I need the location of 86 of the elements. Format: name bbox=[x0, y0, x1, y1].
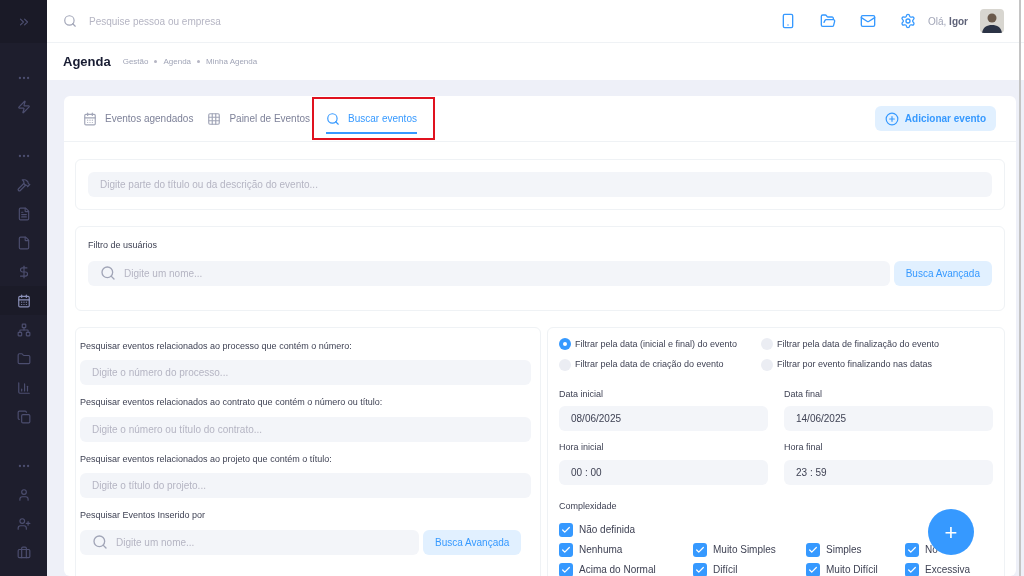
radio-label: Filtrar pela data (inicial e final) do evento bbox=[575, 337, 738, 351]
hammer-icon bbox=[16, 177, 31, 192]
checkbox[interactable] bbox=[559, 562, 573, 576]
check-icon bbox=[808, 564, 818, 575]
user-icon bbox=[16, 487, 31, 502]
search-icon bbox=[63, 14, 77, 28]
briefcase-icon bbox=[16, 545, 31, 560]
field-label: Pesquisar Eventos Inserido por bbox=[80, 509, 207, 522]
checkbox[interactable] bbox=[806, 542, 820, 557]
input-field[interactable]: 08/06/2025 bbox=[559, 406, 768, 431]
field-label: Pesquisar eventos relacionados ao projeto que contém o título: bbox=[80, 452, 333, 466]
field-label: Hora final bbox=[784, 441, 824, 454]
check-icon bbox=[695, 564, 705, 575]
advanced-search-button[interactable]: Busca Avançada bbox=[893, 260, 992, 286]
sidebar-item[interactable] bbox=[0, 286, 47, 315]
breadcrumb-link[interactable]: Gestão bbox=[122, 55, 149, 68]
avatar[interactable] bbox=[980, 9, 1004, 33]
field-label: Data inicial bbox=[559, 387, 605, 401]
bullet-icon bbox=[154, 60, 158, 63]
checkbox[interactable] bbox=[806, 562, 820, 576]
tab[interactable]: Painel de Eventos bbox=[207, 103, 311, 134]
calendar-icon bbox=[16, 293, 31, 308]
check-icon bbox=[561, 524, 571, 535]
check-icon bbox=[561, 544, 571, 555]
check-icon bbox=[695, 544, 705, 555]
checkbox-label: Difícil bbox=[713, 563, 738, 576]
search-field[interactable]: Pesquise pessoa ou empresa bbox=[89, 13, 768, 29]
input-field[interactable]: 23 : 59 bbox=[784, 459, 993, 485]
checkbox[interactable] bbox=[905, 562, 919, 576]
checkbox-label: Simples bbox=[826, 543, 862, 557]
bullet-icon bbox=[197, 60, 201, 63]
check-icon bbox=[808, 544, 818, 555]
file-icon bbox=[16, 235, 31, 250]
search-field[interactable]: Digite um nome... bbox=[80, 529, 419, 555]
tab[interactable]: Eventos agendados bbox=[83, 103, 194, 134]
checkbox-label: Muito Simples bbox=[713, 543, 776, 557]
field-label: Pesquisar eventos relacionados ao contrato que contém o número ou título: bbox=[80, 396, 384, 409]
grid-icon bbox=[207, 111, 222, 126]
check-icon bbox=[907, 564, 917, 575]
page-title: Agenda bbox=[63, 52, 111, 71]
search-icon bbox=[100, 265, 116, 281]
folder-icon[interactable] bbox=[820, 13, 836, 29]
search-icon bbox=[326, 111, 341, 126]
mail-icon[interactable] bbox=[860, 13, 876, 29]
radio-label: Filtrar pela data de criação do evento bbox=[575, 358, 724, 371]
checkbox[interactable] bbox=[905, 542, 919, 557]
input-field[interactable]: 14/06/2025 bbox=[784, 406, 993, 431]
checkbox-label: Excessiva bbox=[925, 563, 970, 576]
breadcrumb-link[interactable]: Agenda bbox=[163, 55, 192, 68]
phone-icon[interactable] bbox=[780, 11, 796, 31]
checkbox[interactable] bbox=[559, 542, 573, 557]
checkbox[interactable] bbox=[693, 562, 707, 576]
radio-label: Filtrar pela data de finalização do evento bbox=[777, 337, 940, 351]
check-icon bbox=[907, 544, 917, 555]
settings-icon[interactable] bbox=[900, 13, 916, 29]
calendar-icon bbox=[83, 111, 97, 126]
checkbox-label: Muito Difícil bbox=[826, 563, 878, 576]
bolt-icon bbox=[16, 99, 31, 114]
field-label: Filtro de usuários bbox=[88, 239, 159, 252]
greeting: Olá, Igor bbox=[928, 14, 968, 29]
tab[interactable]: Buscar eventos bbox=[326, 103, 417, 134]
field-label: Hora inicial bbox=[559, 441, 605, 454]
checkbox[interactable] bbox=[559, 522, 573, 537]
breadcrumb-link[interactable]: Minha Agenda bbox=[206, 55, 258, 68]
radio-button[interactable] bbox=[559, 338, 571, 351]
field-label: Data final bbox=[784, 387, 824, 401]
advanced-search-button[interactable]: Busca Avançada bbox=[423, 529, 522, 555]
check-icon bbox=[561, 564, 571, 575]
search-icon bbox=[92, 534, 108, 550]
add-user-icon bbox=[16, 516, 31, 531]
add-event-button[interactable]: Adicionar evento bbox=[874, 106, 996, 131]
plus-circle-icon bbox=[884, 111, 899, 126]
document-icon bbox=[16, 206, 31, 221]
field-label: Complexidade bbox=[559, 499, 618, 513]
copy-icon bbox=[16, 409, 31, 424]
search-field[interactable]: Digite um nome... bbox=[88, 260, 890, 286]
checkbox-label: Nenhuma bbox=[579, 543, 623, 557]
bar-chart-icon bbox=[16, 380, 31, 395]
checkbox[interactable] bbox=[693, 542, 707, 557]
checkbox-label: Acima do Normal bbox=[579, 563, 656, 576]
input-field[interactable]: 00 : 00 bbox=[559, 459, 768, 485]
field-label: Pesquisar eventos relacionados ao processo que contém o número: bbox=[80, 339, 353, 353]
network-icon bbox=[16, 322, 31, 337]
folder-icon bbox=[16, 351, 31, 366]
checkbox-label: Não definida bbox=[579, 523, 636, 537]
radio-label: Filtrar por evento finalizando nas datas bbox=[777, 358, 933, 371]
